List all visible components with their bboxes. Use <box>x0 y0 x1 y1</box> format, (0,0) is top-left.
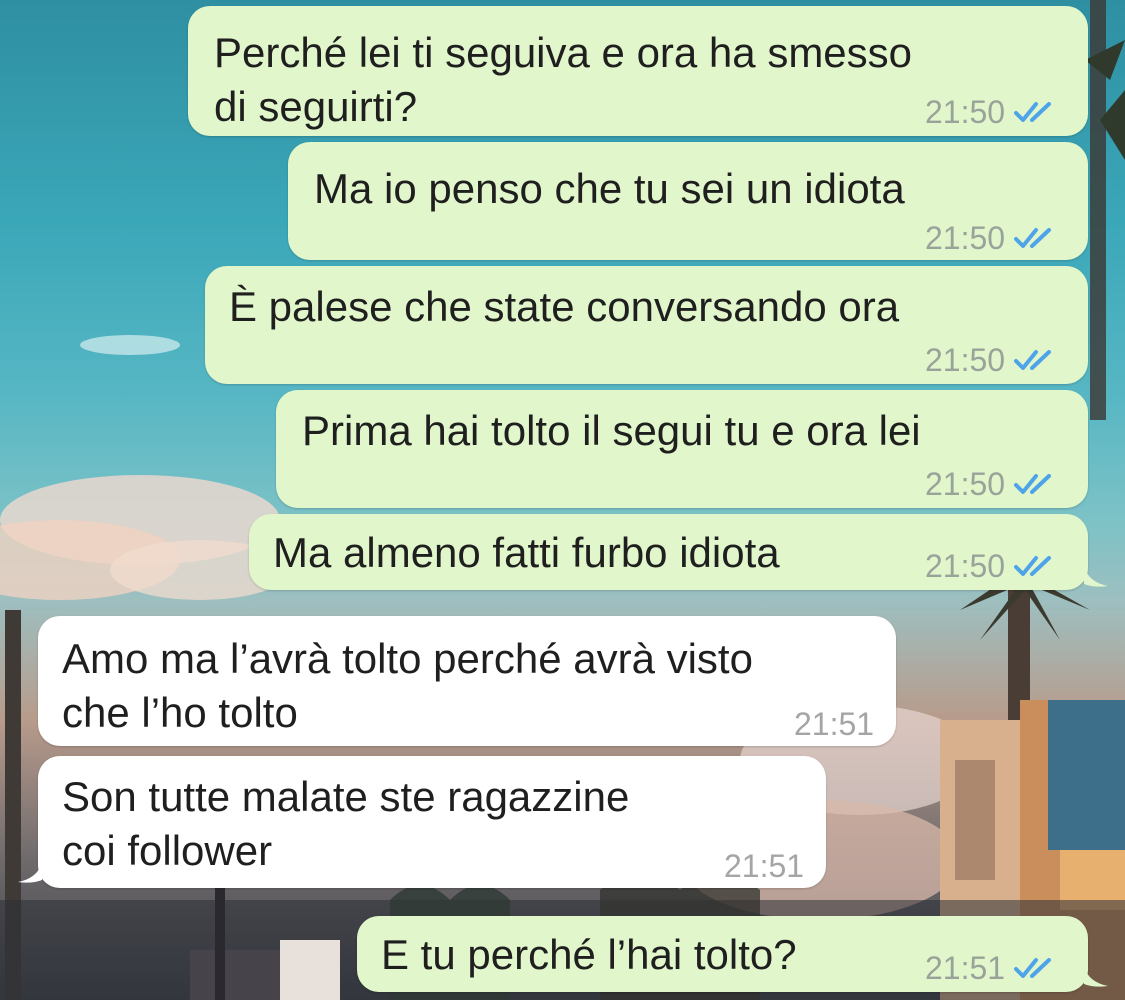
message-bubble-outgoing[interactable]: Ma io penso che tu sei un idiota 21:50 <box>288 142 1088 260</box>
message-bubble-outgoing[interactable]: È palese che state conversando ora 21:50 <box>205 266 1088 384</box>
bubble-tail <box>18 862 42 883</box>
message-time: 21:50 <box>925 342 1006 378</box>
message-bubble-outgoing[interactable]: Ma almeno fatti furbo idiota 21:50 <box>249 514 1088 590</box>
bubble-tail <box>1084 966 1108 987</box>
message-time: 21:50 <box>925 220 1006 256</box>
message-meta: 21:51 <box>794 706 874 742</box>
double-check-icon <box>1014 228 1052 248</box>
message-text: Ma io penso che tu sei un idiota <box>314 165 905 212</box>
message-text: Amo ma l’avrà tolto perché avrà visto ch… <box>62 635 753 736</box>
double-check-icon <box>1014 958 1052 978</box>
message-time: 21:50 <box>925 94 1006 130</box>
message-text: Prima hai tolto il segui tu e ora lei <box>302 407 921 454</box>
message-meta: 21:50 <box>925 220 1057 256</box>
message-time: 21:51 <box>925 950 1006 986</box>
message-time: 21:51 <box>724 848 805 884</box>
message-meta: 21:50 <box>925 342 1057 378</box>
bubble-tail <box>1084 566 1108 587</box>
message-time: 21:51 <box>794 706 875 742</box>
double-check-icon <box>1014 102 1052 122</box>
message-text: È palese che state conversando ora <box>229 283 900 330</box>
double-check-icon <box>1014 556 1052 576</box>
message-meta: 21:50 <box>925 94 1057 130</box>
message-bubble-outgoing[interactable]: E tu perché l’hai tolto? 21:51 <box>357 916 1088 992</box>
message-bubble-outgoing[interactable]: Prima hai tolto il segui tu e ora lei 21… <box>276 390 1088 508</box>
message-time: 21:50 <box>925 466 1006 502</box>
message-meta: 21:51 <box>925 950 1057 986</box>
message-bubble-incoming[interactable]: Amo ma l’avrà tolto perché avrà visto ch… <box>38 616 896 746</box>
message-meta: 21:50 <box>925 466 1057 502</box>
message-meta: 21:51 <box>724 848 804 884</box>
message-bubble-incoming[interactable]: Son tutte malate ste ragazzine coi follo… <box>38 756 826 888</box>
message-bubble-outgoing[interactable]: Perché lei ti seguiva e ora ha smesso di… <box>188 6 1088 136</box>
message-meta: 21:50 <box>925 548 1057 584</box>
message-text: Perché lei ti seguiva e ora ha smesso di… <box>214 29 913 130</box>
message-text: Ma almeno fatti furbo idiota <box>273 529 780 576</box>
message-text: Son tutte malate ste ragazzine coi follo… <box>62 773 630 874</box>
message-text: E tu perché l’hai tolto? <box>381 931 797 978</box>
message-time: 21:50 <box>925 548 1006 584</box>
double-check-icon <box>1014 474 1052 494</box>
double-check-icon <box>1014 350 1052 370</box>
